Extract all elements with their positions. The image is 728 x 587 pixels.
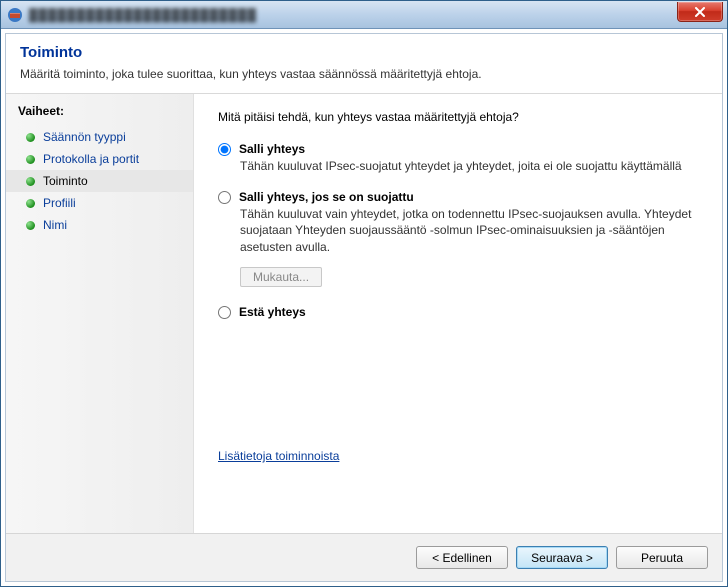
step-action[interactable]: Toiminto bbox=[6, 170, 193, 192]
step-bullet-icon bbox=[26, 221, 35, 230]
step-label: Protokolla ja portit bbox=[43, 152, 139, 166]
option-allow: Salli yhteys Tähän kuuluvat IPsec-suojat… bbox=[218, 142, 702, 186]
titlebar: ████████████████████████ bbox=[1, 1, 727, 29]
option-allow-desc: Tähän kuuluvat IPsec-suojatut yhteydet j… bbox=[240, 158, 700, 174]
content-pane: Mitä pitäisi tehdä, kun yhteys vastaa mä… bbox=[194, 94, 722, 533]
radio-allow-label[interactable]: Salli yhteys bbox=[239, 142, 305, 156]
step-bullet-icon bbox=[26, 177, 35, 186]
option-allow-secure: Salli yhteys, jos se on suojattu Tähän k… bbox=[218, 190, 702, 301]
step-name[interactable]: Nimi bbox=[6, 214, 193, 236]
radio-allow[interactable] bbox=[218, 143, 231, 156]
step-bullet-icon bbox=[26, 155, 35, 164]
wizard-footer: < Edellinen Seuraava > Peruuta bbox=[6, 533, 722, 581]
step-bullet-icon bbox=[26, 133, 35, 142]
step-label: Profiili bbox=[43, 196, 76, 210]
window-title: ████████████████████████ bbox=[29, 8, 257, 22]
step-rule-type[interactable]: Säännön tyyppi bbox=[6, 126, 193, 148]
wizard-body: Vaiheet: Säännön tyyppi Protokolla ja po… bbox=[6, 93, 722, 533]
radio-allow-secure-label[interactable]: Salli yhteys, jos se on suojattu bbox=[239, 190, 414, 204]
step-label: Toiminto bbox=[43, 174, 88, 188]
radio-block-label[interactable]: Estä yhteys bbox=[239, 305, 306, 319]
wizard-header: Toiminto Määritä toiminto, joka tulee su… bbox=[6, 34, 722, 93]
option-allow-secure-desc: Tähän kuuluvat vain yhteydet, jotka on t… bbox=[240, 206, 700, 255]
page-subtitle: Määritä toiminto, joka tulee suorittaa, … bbox=[20, 67, 708, 81]
radio-block[interactable] bbox=[218, 306, 231, 319]
action-prompt: Mitä pitäisi tehdä, kun yhteys vastaa mä… bbox=[218, 110, 702, 124]
step-bullet-icon bbox=[26, 199, 35, 208]
radio-allow-secure[interactable] bbox=[218, 191, 231, 204]
cancel-button[interactable]: Peruuta bbox=[616, 546, 708, 569]
step-label: Säännön tyyppi bbox=[43, 130, 126, 144]
step-protocol-ports[interactable]: Protokolla ja portit bbox=[6, 148, 193, 170]
step-profile[interactable]: Profiili bbox=[6, 192, 193, 214]
back-button[interactable]: < Edellinen bbox=[416, 546, 508, 569]
info-link[interactable]: Lisätietoja toiminnoista bbox=[218, 449, 339, 463]
wizard-inner: Toiminto Määritä toiminto, joka tulee su… bbox=[5, 33, 723, 582]
steps-sidebar: Vaiheet: Säännön tyyppi Protokolla ja po… bbox=[6, 94, 194, 533]
close-button[interactable] bbox=[677, 2, 723, 22]
firewall-app-icon bbox=[7, 7, 23, 23]
next-button[interactable]: Seuraava > bbox=[516, 546, 608, 569]
wizard-window: ████████████████████████ Toiminto Määrit… bbox=[0, 0, 728, 587]
page-title: Toiminto bbox=[20, 44, 708, 61]
step-label: Nimi bbox=[43, 218, 67, 232]
customize-button: Mukauta... bbox=[240, 267, 322, 287]
option-block: Estä yhteys bbox=[218, 305, 702, 321]
steps-heading: Vaiheet: bbox=[6, 104, 193, 126]
